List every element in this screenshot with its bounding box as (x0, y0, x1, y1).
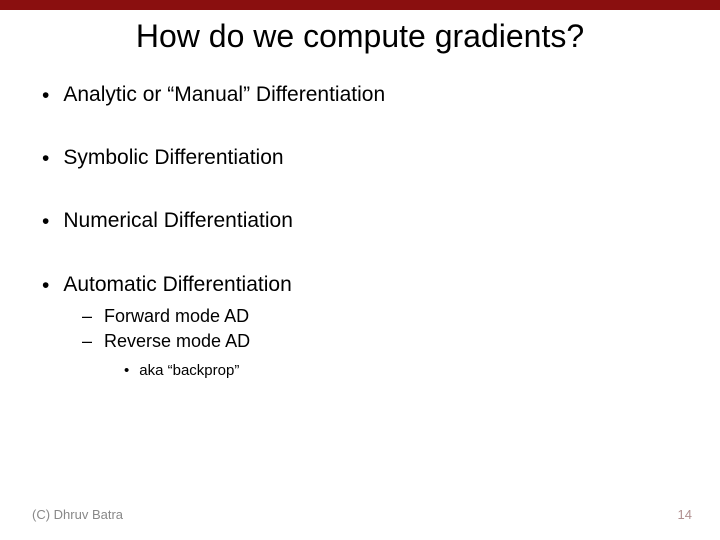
bullet-text: Analytic or “Manual” Differentiation (63, 83, 385, 107)
bullet-item: • Analytic or “Manual” Differentiation (42, 83, 720, 108)
slide: How do we compute gradients? • Analytic … (0, 0, 720, 540)
bullet-dot-icon: • (42, 209, 49, 234)
bullet-item: • Automatic Differentiation (42, 273, 720, 298)
slide-title: How do we compute gradients? (0, 18, 720, 55)
bullet-dot-icon: • (42, 273, 49, 298)
bullet-item: • Symbolic Differentiation (42, 146, 720, 171)
sub-bullet-item: – Reverse mode AD (82, 331, 720, 352)
bullet-dot-icon: • (124, 362, 129, 379)
bullet-text: Numerical Differentiation (63, 209, 293, 233)
top-accent-bar (0, 0, 720, 10)
bullet-dot-icon: • (42, 83, 49, 108)
footer-copyright: (C) Dhruv Batra (32, 507, 123, 522)
bullet-text: Automatic Differentiation (63, 273, 291, 297)
sub-bullet-text: Forward mode AD (104, 306, 249, 327)
bullet-dot-icon: • (42, 146, 49, 171)
dash-icon: – (82, 331, 92, 352)
slide-number: 14 (678, 507, 692, 522)
subsub-bullet-item: • aka “backprop” (124, 362, 720, 379)
bullet-item: • Numerical Differentiation (42, 209, 720, 234)
subsub-bullet-text: aka “backprop” (139, 362, 239, 379)
sub-bullet-text: Reverse mode AD (104, 331, 250, 352)
bullet-text: Symbolic Differentiation (63, 146, 283, 170)
dash-icon: – (82, 306, 92, 327)
slide-content: • Analytic or “Manual” Differentiation •… (42, 83, 720, 379)
sub-bullet-item: – Forward mode AD (82, 306, 720, 327)
